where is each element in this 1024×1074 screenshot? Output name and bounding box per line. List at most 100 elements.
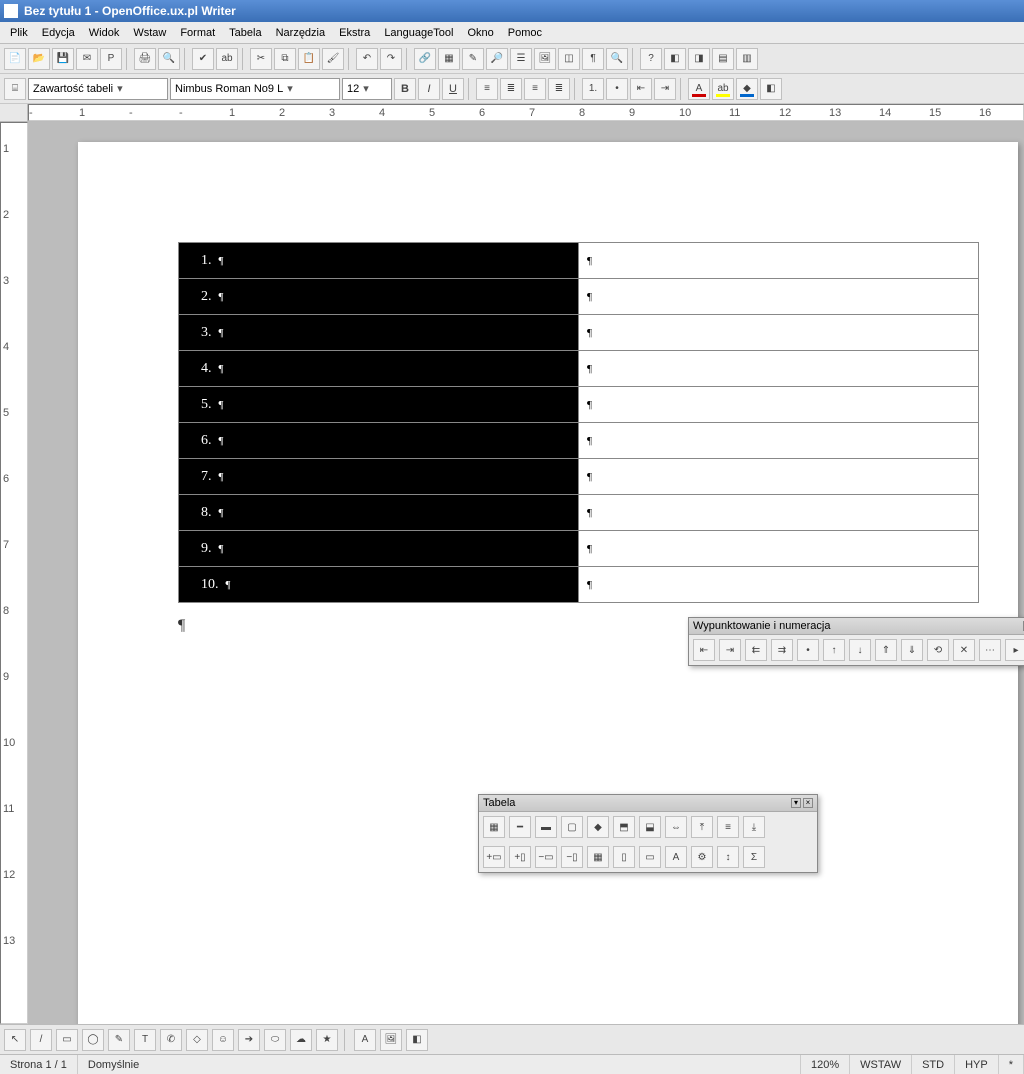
status-insert[interactable]: WSTAW	[850, 1055, 912, 1074]
table-cell-empty[interactable]: ¶	[579, 387, 979, 423]
table-row[interactable]: 9. ¶¶	[179, 531, 979, 567]
find-button[interactable]: 🔎	[486, 48, 508, 70]
insert-col-button[interactable]: +▯	[509, 846, 531, 868]
align-left-button[interactable]: ≡	[476, 78, 498, 100]
status-page[interactable]: Strona 1 / 1	[0, 1055, 78, 1074]
top-align-button[interactable]: ⤒	[691, 816, 713, 838]
menu-tools[interactable]: Narzędzia	[270, 25, 332, 41]
redo-button[interactable]: ↷	[380, 48, 402, 70]
menu-file[interactable]: Plik	[4, 25, 34, 41]
basic-shapes-button[interactable]: ◇	[186, 1029, 208, 1051]
menu-edit[interactable]: Edycja	[36, 25, 81, 41]
table-cell-empty[interactable]: ¶	[579, 315, 979, 351]
insert-row-button[interactable]: +▭	[483, 846, 505, 868]
align-center-button[interactable]: ≣	[500, 78, 522, 100]
align-right-button[interactable]: ≡	[524, 78, 546, 100]
table-cell-numbered[interactable]: 8. ¶	[179, 495, 579, 531]
undo-button[interactable]: ↶	[356, 48, 378, 70]
optimize-button[interactable]: ⇔	[665, 816, 687, 838]
email-button[interactable]: ✉	[76, 48, 98, 70]
cut-button[interactable]: ✂	[250, 48, 272, 70]
table-cell-numbered[interactable]: 3. ¶	[179, 315, 579, 351]
table-cell-numbered[interactable]: 5. ¶	[179, 387, 579, 423]
open-button[interactable]: 📂	[28, 48, 50, 70]
extrusion-button[interactable]: ◧	[406, 1029, 428, 1051]
select-col-button[interactable]: ▯	[613, 846, 635, 868]
status-std[interactable]: STD	[912, 1055, 955, 1074]
freeform-tool-button[interactable]: ✎	[108, 1029, 130, 1051]
paste-button[interactable]: 📋	[298, 48, 320, 70]
flowchart-button[interactable]: ⬭	[264, 1029, 286, 1051]
background-color-button[interactable]: ◆	[736, 78, 758, 100]
vertical-ruler[interactable]: 12345678910111213	[0, 122, 28, 1024]
horizontal-ruler[interactable]: -1--1234567891011121314151617	[28, 104, 1024, 121]
page-area[interactable]: 1. ¶¶ 2. ¶¶ 3. ¶¶ 4. ¶¶ 5. ¶¶ 6. ¶¶ 7. ¶…	[28, 122, 1024, 1024]
numbering-toolbar[interactable]: Wypunktowanie i numeracja ▾ × ⇤ ⇥ ⇇ ⇉ • …	[688, 617, 1024, 666]
table-props-button[interactable]: ⚙	[691, 846, 713, 868]
table-new-button[interactable]: ▦	[483, 816, 505, 838]
delete-col-button[interactable]: −▯	[561, 846, 583, 868]
spellcheck-button[interactable]: ✔	[192, 48, 214, 70]
table-row[interactable]: 4. ¶¶	[179, 351, 979, 387]
table-row[interactable]: 3. ¶¶	[179, 315, 979, 351]
print-button[interactable]: 🖨	[134, 48, 156, 70]
extra4-button[interactable]: ▥	[736, 48, 758, 70]
move-down-button[interactable]: ↓	[849, 639, 871, 661]
extra1-button[interactable]: ◧	[664, 48, 686, 70]
table-row[interactable]: 8. ¶¶	[179, 495, 979, 531]
ellipse-tool-button[interactable]: ◯	[82, 1029, 104, 1051]
numbering-off-button[interactable]: ✕	[953, 639, 975, 661]
table-row[interactable]: 1. ¶¶	[179, 243, 979, 279]
italic-button[interactable]: I	[418, 78, 440, 100]
gallery-button[interactable]: 🖼	[534, 48, 556, 70]
highlight-button[interactable]: ab	[712, 78, 734, 100]
extra-num-button[interactable]: ▸	[1005, 639, 1024, 661]
auto-spellcheck-button[interactable]: ab	[216, 48, 238, 70]
numbering-button[interactable]: 1.	[582, 78, 604, 100]
menu-table[interactable]: Tabela	[223, 25, 267, 41]
rect-tool-button[interactable]: ▭	[56, 1029, 78, 1051]
table-cell-empty[interactable]: ¶	[579, 567, 979, 603]
menu-window[interactable]: Okno	[461, 25, 499, 41]
styles-button[interactable]: ⌸	[4, 78, 26, 100]
menu-extra[interactable]: Ekstra	[333, 25, 376, 41]
promote-one-button[interactable]: ⇥	[719, 639, 741, 661]
insert-unnum-button[interactable]: •	[797, 639, 819, 661]
fontwork-button[interactable]: A	[354, 1029, 376, 1051]
show-draw-button[interactable]: ✎	[462, 48, 484, 70]
format-paintbrush-button[interactable]: 🖌	[322, 48, 344, 70]
table-cell-numbered[interactable]: 1. ¶	[179, 243, 579, 279]
table-cell-numbered[interactable]: 6. ¶	[179, 423, 579, 459]
table-cell-empty[interactable]: ¶	[579, 531, 979, 567]
bottom-align-button[interactable]: ⤓	[743, 816, 765, 838]
table-cell-numbered[interactable]: 9. ¶	[179, 531, 579, 567]
numbering-toolbar-title[interactable]: Wypunktowanie i numeracja ▾ ×	[689, 618, 1024, 635]
navigator-button[interactable]: ☰	[510, 48, 532, 70]
copy-button[interactable]: ⧉	[274, 48, 296, 70]
table-cell-empty[interactable]: ¶	[579, 351, 979, 387]
nonprinting-button[interactable]: ¶	[582, 48, 604, 70]
extra-format-button[interactable]: ◧	[760, 78, 782, 100]
table-row[interactable]: 5. ¶¶	[179, 387, 979, 423]
select-row-button[interactable]: ▭	[639, 846, 661, 868]
callout-tool-button[interactable]: ✆	[160, 1029, 182, 1051]
align-justify-button[interactable]: ≣	[548, 78, 570, 100]
stars-button[interactable]: ★	[316, 1029, 338, 1051]
autoformat-button[interactable]: A	[665, 846, 687, 868]
extra3-button[interactable]: ▤	[712, 48, 734, 70]
minimize-icon[interactable]: ▾	[791, 798, 801, 808]
menu-format[interactable]: Format	[174, 25, 221, 41]
table-row[interactable]: 10. ¶¶	[179, 567, 979, 603]
promote-sub-button[interactable]: ⇉	[771, 639, 793, 661]
help-button[interactable]: ?	[640, 48, 662, 70]
table-cell-empty[interactable]: ¶	[579, 279, 979, 315]
table-cell-numbered[interactable]: 10. ¶	[179, 567, 579, 603]
callouts-button[interactable]: ☁	[290, 1029, 312, 1051]
table-cell-empty[interactable]: ¶	[579, 459, 979, 495]
demote-sub-button[interactable]: ⇇	[745, 639, 767, 661]
move-up-sub-button[interactable]: ⇑	[875, 639, 897, 661]
status-style[interactable]: Domyślnie	[78, 1055, 801, 1074]
line-tool-button[interactable]: /	[30, 1029, 52, 1051]
menu-insert[interactable]: Wstaw	[127, 25, 172, 41]
table-toolbar-title[interactable]: Tabela ▾ ×	[479, 795, 817, 812]
